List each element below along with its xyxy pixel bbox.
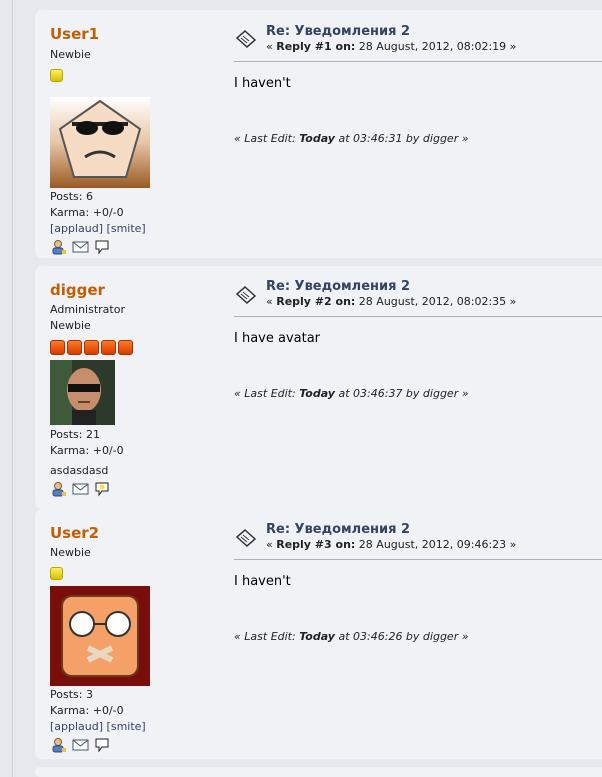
personal-message-icon[interactable]	[94, 239, 111, 255]
rank-stars	[50, 69, 63, 82]
karma-actions: [applaud] [smite]	[50, 222, 146, 235]
member-group: Newbie	[50, 546, 91, 559]
post: User2 Newbie Posts: 3 Karma: +0/-0 [appl…	[35, 509, 602, 759]
next-post-edge	[35, 767, 602, 777]
reply-suffix: »	[509, 538, 517, 551]
profile-icon[interactable]	[50, 737, 67, 753]
post-body: I haven't	[234, 76, 291, 91]
avatar	[50, 360, 115, 425]
poster-name-link[interactable]: User2	[50, 524, 99, 542]
smite-link[interactable]: [smite]	[107, 720, 146, 733]
signature: asdasdasd	[50, 464, 109, 477]
last-edit-when: Today	[299, 630, 335, 643]
post: User1 Newbie Posts: 6 Karma: +0/-0 [appl…	[35, 10, 602, 258]
email-icon[interactable]	[72, 239, 89, 255]
poster-name-link[interactable]: digger	[50, 281, 105, 299]
member-group: Administrator	[50, 303, 125, 316]
reply-date: 28 August, 2012, 08:02:19	[358, 40, 507, 53]
star-icon	[84, 340, 99, 355]
profile-icon[interactable]	[50, 239, 67, 255]
posts-count: Posts: 3	[50, 688, 93, 701]
last-edit-time: at 03:46:31 by digger »	[338, 132, 469, 145]
post-body: I have avatar	[234, 331, 321, 346]
post-subject-link[interactable]: Re: Уведомления 2	[266, 279, 410, 294]
last-edit-prefix: « Last Edit:	[234, 132, 296, 145]
poster-icons	[50, 239, 111, 255]
karma: Karma: +0/-0	[50, 444, 124, 457]
karma: Karma: +0/-0	[50, 206, 124, 219]
personal-message-icon[interactable]	[94, 737, 111, 753]
post-subject-link[interactable]: Re: Уведомления 2	[266, 522, 410, 537]
applaud-link[interactable]: [applaud]	[50, 222, 103, 235]
star-icon	[67, 340, 82, 355]
topic-icon	[235, 528, 257, 548]
member-rank: Newbie	[50, 319, 91, 332]
reply-prefix: «	[266, 295, 273, 308]
avatar-photo-icon	[50, 360, 115, 425]
posts-count: Posts: 6	[50, 190, 93, 203]
karma-actions: [applaud] [smite]	[50, 720, 146, 733]
star-icon	[118, 340, 133, 355]
email-icon[interactable]	[72, 737, 89, 753]
rank-stars	[50, 340, 133, 355]
post: digger Administrator Newbie Posts: 21 Ka…	[35, 266, 602, 509]
separator	[234, 316, 602, 317]
last-edit-time: at 03:46:26 by digger »	[338, 630, 469, 643]
post-body: I haven't	[234, 574, 291, 589]
applaud-link[interactable]: [applaud]	[50, 720, 103, 733]
poster-name-link[interactable]: User1	[50, 25, 99, 43]
reply-suffix: »	[509, 295, 517, 308]
poster-icons	[50, 737, 111, 753]
separator	[234, 61, 602, 62]
last-edit-prefix: « Last Edit:	[234, 387, 296, 400]
last-edit-when: Today	[299, 387, 335, 400]
avatar-pentagon-face-icon	[50, 97, 150, 188]
poster-icons	[50, 481, 111, 497]
profile-icon[interactable]	[50, 481, 67, 497]
left-frame	[0, 0, 13, 777]
separator	[234, 559, 602, 560]
last-edit-when: Today	[299, 132, 335, 145]
member-group: Newbie	[50, 48, 91, 61]
reply-info: « Reply #3 on: 28 August, 2012, 09:46:23…	[266, 538, 516, 551]
reply-info: « Reply #1 on: 28 August, 2012, 08:02:19…	[266, 40, 516, 53]
topic-icon	[235, 285, 257, 305]
smite-link[interactable]: [smite]	[107, 222, 146, 235]
reply-info: « Reply #2 on: 28 August, 2012, 08:02:35…	[266, 295, 516, 308]
reply-prefix: «	[266, 538, 273, 551]
avatar-square-face-icon	[50, 586, 150, 686]
rank-stars	[50, 567, 63, 580]
last-edit: « Last Edit: Today at 03:46:26 by digger…	[234, 630, 469, 643]
post-subject-link[interactable]: Re: Уведомления 2	[266, 24, 410, 39]
last-edit: « Last Edit: Today at 03:46:31 by digger…	[234, 132, 469, 145]
star-icon	[50, 567, 63, 580]
last-edit-time: at 03:46:37 by digger »	[338, 387, 469, 400]
reply-date: 28 August, 2012, 09:46:23	[358, 538, 507, 551]
last-edit: « Last Edit: Today at 03:46:37 by digger…	[234, 387, 469, 400]
reply-suffix: »	[509, 40, 517, 53]
reply-number: Reply #1 on:	[276, 40, 356, 53]
reply-number: Reply #3 on:	[276, 538, 356, 551]
karma: Karma: +0/-0	[50, 704, 124, 717]
personal-message-icon[interactable]	[94, 481, 111, 497]
avatar	[50, 586, 150, 686]
star-icon	[50, 69, 63, 82]
last-edit-prefix: « Last Edit:	[234, 630, 296, 643]
reply-date: 28 August, 2012, 08:02:35	[358, 295, 507, 308]
topic-icon	[235, 29, 257, 49]
posts-count: Posts: 21	[50, 428, 100, 441]
star-icon	[50, 340, 65, 355]
avatar	[50, 97, 150, 188]
star-icon	[101, 340, 116, 355]
reply-number: Reply #2 on:	[276, 295, 356, 308]
reply-prefix: «	[266, 40, 273, 53]
email-icon[interactable]	[72, 481, 89, 497]
